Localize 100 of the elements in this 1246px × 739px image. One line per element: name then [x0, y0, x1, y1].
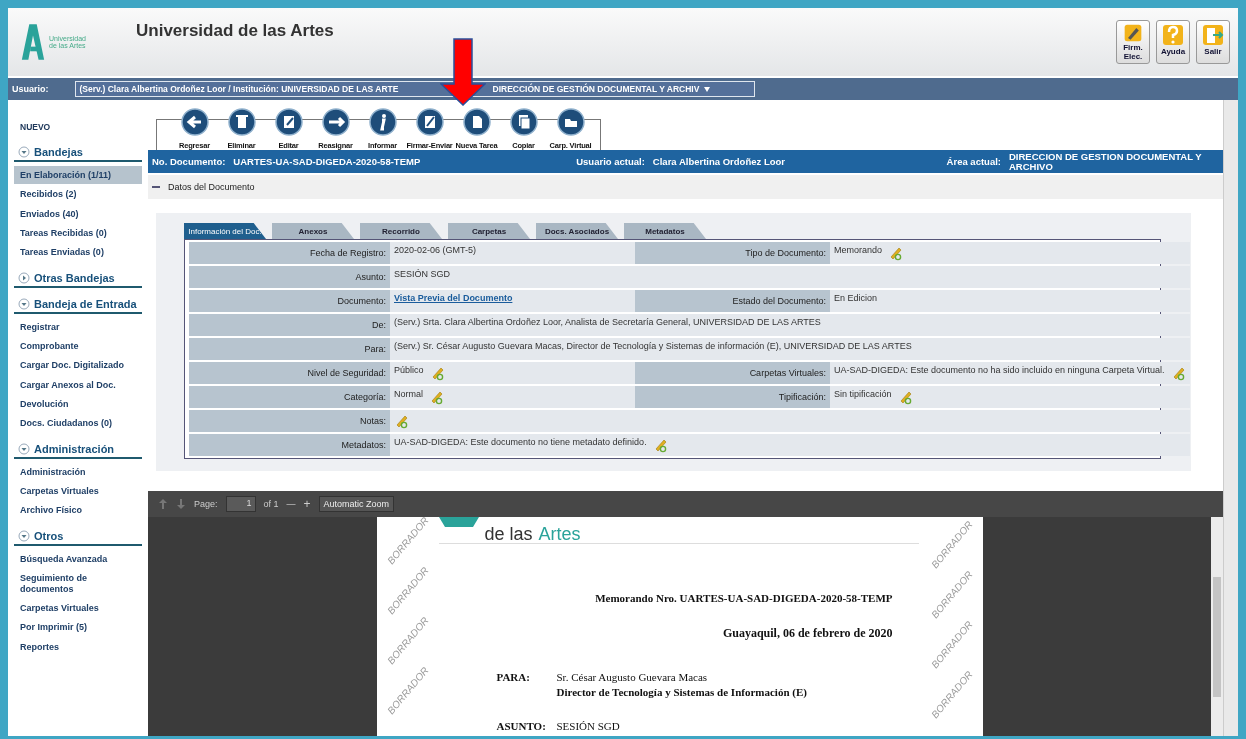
field-label: Categoría: — [189, 386, 390, 408]
copy-icon — [509, 108, 538, 136]
arrow-left-icon — [180, 108, 209, 136]
field-value: UA-SAD-DIGEDA: Este documento no tiene metadato definido. — [394, 437, 647, 447]
document-edit-icon — [274, 108, 303, 136]
current-user: Clara Albertina Ordoñez Loor — [652, 156, 785, 167]
zoom-select[interactable]: Automatic Zoom — [318, 496, 395, 512]
document-sign-icon — [415, 108, 444, 136]
exit-button[interactable]: Salir — [1196, 20, 1230, 64]
sidebar-item[interactable]: Reportes — [14, 637, 142, 656]
current-area: DIRECCION DE GESTION DOCUMENTAL Y ARCHIVO — [1009, 152, 1219, 171]
sidebar-item[interactable]: Seguimiento de documentos — [14, 569, 142, 598]
sidebar-item[interactable]: Por Imprimir (5) — [14, 618, 142, 637]
section-header[interactable]: Otros — [14, 527, 142, 546]
field-value: En Edicion — [834, 293, 878, 303]
user-select[interactable]: (Serv.) Clara Albertina Ordoñez Loor / Institución: UNIVERSIDAD DE LAS ARTE DIRECCIÓN DE GESTIÓN DOCUMENTAL Y ARCHIV — [74, 81, 755, 97]
tab[interactable]: Metadatos — [624, 223, 706, 239]
section-header[interactable]: Bandeja de Entrada — [14, 295, 142, 314]
sidebar-item[interactable]: En Elaboración (1/11) — [14, 166, 142, 185]
sidebar-item[interactable]: Devolución — [14, 395, 142, 414]
sidebar-item[interactable]: Carpetas Virtuales — [14, 482, 142, 501]
user-label: Usuario: — [12, 84, 49, 94]
page-count: of 1 — [263, 499, 279, 509]
sidebar-item[interactable]: Tareas Recibidas (0) — [14, 224, 142, 243]
help-icon — [1161, 23, 1185, 47]
field-value: UA-SAD-DIGEDA: Este documento no ha sido incluido en ninguna Carpeta Virtual. — [834, 365, 1165, 375]
university-logo-icon — [20, 21, 46, 63]
field-label: Estado del Documento: — [635, 290, 830, 312]
sidebar-item[interactable]: Enviados (40) — [14, 204, 142, 224]
help-button[interactable]: Ayuda — [1156, 20, 1190, 64]
document-number: UARTES-UA-SAD-DIGEDA-2020-58-TEMP — [233, 156, 421, 167]
pencil-icon[interactable] — [394, 413, 409, 429]
sidebar-item[interactable]: Comprobante — [14, 337, 142, 356]
field-value: 2020-02-06 (GMT-5) — [394, 245, 477, 255]
field-label: Tipificación: — [635, 386, 830, 408]
arrow-down-icon[interactable] — [176, 498, 186, 510]
field-label: Usuario actual: — [576, 156, 645, 167]
logo-text: Artes — [538, 525, 581, 543]
section-header[interactable]: Administración — [14, 440, 142, 459]
recipient-name: Sr. César Augusto Guevara Macas — [556, 671, 708, 683]
field-label: Fecha de Registro: — [189, 242, 390, 264]
arrow-down-icon — [440, 38, 486, 106]
section-title: Datos del Documento — [168, 182, 255, 192]
section-header[interactable]: Bandejas — [14, 144, 142, 162]
field-label: Asunto: — [189, 266, 390, 288]
field-label: De: — [189, 314, 390, 336]
pencil-icon[interactable] — [429, 389, 444, 405]
sidebar-item[interactable]: Recibidos (2) — [14, 185, 142, 204]
tab[interactable]: Carpetas — [448, 223, 530, 239]
sidebar-item[interactable]: Búsqueda Avanzada — [14, 549, 142, 569]
zoom-in-button[interactable]: + — [303, 497, 311, 511]
tab[interactable]: Recorrido — [360, 223, 442, 239]
zoom-out-button[interactable]: — — [286, 499, 296, 509]
field-value: Sin tipificación — [834, 389, 892, 399]
field-value: Normal — [394, 389, 423, 399]
field-label: No. Documento: — [152, 156, 226, 167]
caret-icon — [704, 86, 711, 92]
arrow-right-icon — [321, 108, 350, 136]
field-label: Nivel de Seguridad: — [189, 362, 390, 384]
field-label: Para: — [189, 338, 390, 360]
sidebar-item[interactable]: Archivo Físico — [14, 501, 142, 520]
field-label: Metadatos: — [189, 434, 390, 456]
sidebar-item[interactable]: Docs. Ciudadanos (0) — [14, 414, 142, 433]
recipient-title: Director de Tecnología y Sistemas de Información (E) — [556, 686, 807, 698]
sidebar-item[interactable]: Registrar — [14, 317, 142, 337]
sidebar-item[interactable]: Tareas Enviadas (0) — [14, 243, 142, 262]
folder-icon — [556, 108, 585, 136]
field-value: (Serv.) Sr. César Augusto Guevara Macas, Director de Tecnología y Sistemas de información (E), UNIVERSIDAD DE LAS ARTES — [394, 341, 912, 351]
section-header[interactable]: Otras Bandejas — [14, 269, 142, 288]
arrow-up-icon[interactable] — [158, 498, 168, 510]
tab[interactable]: Docs. Asociados — [536, 223, 618, 239]
field-value: (Serv.) Srta. Clara Albertina Ordoñez Loor, Analista de Secretaría General, UNIVERSIDAD DE LAS ARTES — [394, 317, 821, 327]
tab[interactable]: Anexos — [272, 223, 354, 239]
new-link[interactable]: NUEVO — [20, 122, 142, 132]
field-value: Público — [394, 365, 424, 375]
sidebar-item[interactable]: Cargar Anexos al Doc. — [14, 375, 142, 395]
pencil-icon[interactable] — [888, 245, 904, 261]
field-label: Carpetas Virtuales: — [635, 362, 830, 384]
recipient-label: PARA: — [496, 671, 530, 683]
field-label: Tipo de Documento: — [635, 242, 830, 264]
field-label: Documento: — [189, 290, 390, 312]
app-title: Universidad de las Artes — [136, 21, 335, 41]
info-icon — [368, 108, 397, 136]
field-value: Memorando — [834, 245, 883, 255]
field-label: Notas: — [189, 410, 390, 432]
subject-label: ASUNTO: — [496, 720, 546, 732]
scrollbar[interactable] — [1211, 517, 1223, 736]
sidebar-item[interactable]: Carpetas Virtuales — [14, 598, 142, 618]
scrollbar[interactable] — [1223, 100, 1238, 736]
sidebar-item[interactable]: Cargar Doc. Digitalizado — [14, 356, 142, 375]
sign-button[interactable]: Firm. Elec. — [1116, 20, 1150, 64]
exit-icon — [1201, 23, 1225, 47]
tab[interactable]: Información del Doc. — [184, 223, 266, 239]
logo-text: de las — [484, 525, 533, 543]
subject-text: SESIÓN SGD — [556, 720, 620, 732]
trash-icon — [227, 108, 256, 136]
field-value: SESIÓN SGD — [394, 269, 450, 279]
page-label: Page: — [194, 499, 218, 509]
page-number-field[interactable]: 1 — [225, 496, 256, 512]
sidebar-item[interactable]: Administración — [14, 462, 142, 482]
